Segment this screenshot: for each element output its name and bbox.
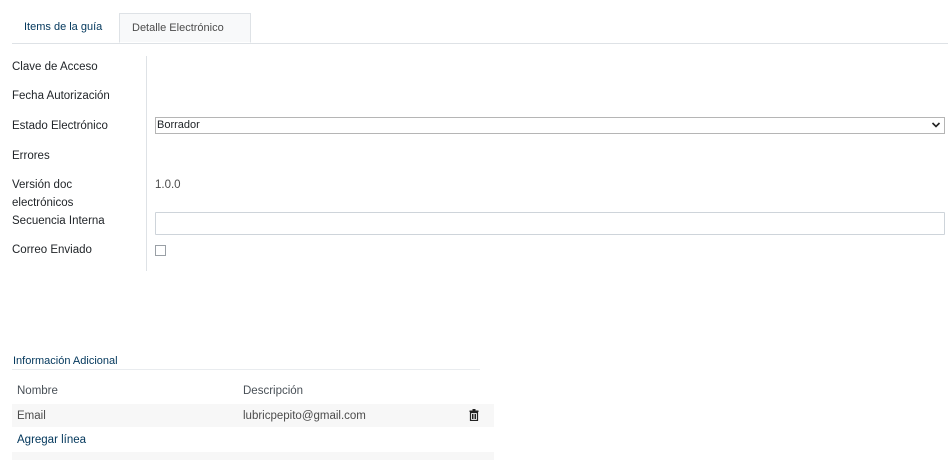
agregar-linea-link[interactable]: Agregar línea (17, 434, 86, 446)
version-doc-label-line2: electrónicos (12, 197, 74, 209)
secuencia-interna-input[interactable] (155, 212, 945, 235)
column-header-nombre: Nombre (17, 385, 58, 397)
errores-label: Errores (12, 150, 50, 162)
clave-de-acceso-label: Clave de Acceso (12, 61, 98, 73)
notebook-tabs: Items de la guía Detalle Electrónico (12, 13, 948, 44)
section-divider (12, 369, 480, 370)
informacion-adicional-title: Información Adicional (13, 355, 118, 367)
estado-electronico-value: Borrador (157, 119, 200, 131)
estado-electronico-select[interactable]: Borrador (155, 117, 945, 134)
form-labels-column: Clave de Acceso Fecha Autorización Estad… (12, 56, 147, 271)
column-header-descripcion: Descripción (243, 385, 304, 397)
trash-icon[interactable] (469, 409, 479, 422)
row-description-cell: lubricpepito@gmail.com (243, 410, 366, 422)
version-doc-label: Versión doc (12, 179, 73, 191)
tab-detalle-electronico[interactable]: Detalle Electrónico (119, 13, 251, 43)
chevron-down-icon (931, 117, 941, 135)
version-doc-value: 1.0.0 (155, 179, 181, 191)
table-footer-row (12, 452, 494, 460)
correo-enviado-checkbox[interactable] (155, 245, 166, 256)
secuencia-interna-label: Secuencia Interna (12, 215, 105, 227)
correo-enviado-label: Correo Enviado (12, 244, 92, 256)
row-name-cell: Email (17, 410, 46, 422)
estado-electronico-label: Estado Electrónico (12, 120, 108, 132)
fecha-autorizacion-label: Fecha Autorización (12, 90, 110, 102)
tab-items-de-la-guia[interactable]: Items de la guía (12, 13, 114, 42)
